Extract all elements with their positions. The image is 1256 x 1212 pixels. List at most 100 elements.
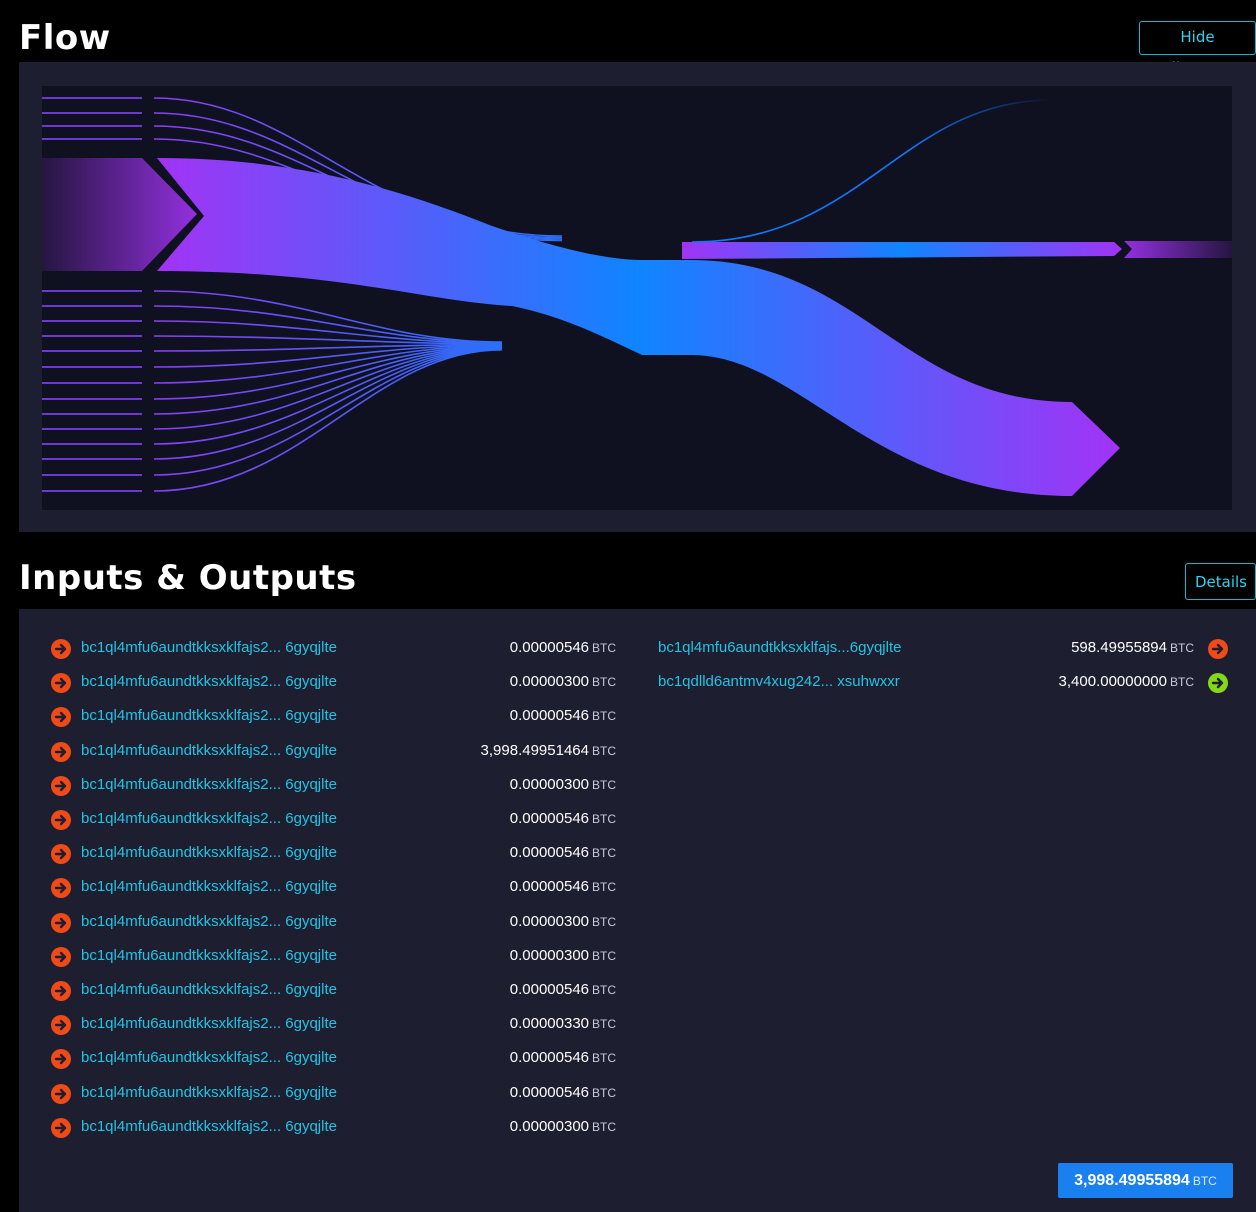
input-amount-value: 0.00000546 xyxy=(509,878,589,896)
arrow-right-icon[interactable] xyxy=(51,1117,71,1138)
input-amount: 0.00000546 BTC xyxy=(510,878,616,895)
input-amount-value: 0.00000546 xyxy=(509,707,589,725)
arrow-right-icon[interactable] xyxy=(51,981,71,1001)
input-address-link[interactable]: bc1ql4mfu6aundtkksxklfajs2... 6gyqjlte xyxy=(81,981,337,998)
input-amount-unit: BTC xyxy=(592,812,616,826)
total-amount-badge: 3,998.49955894 BTC xyxy=(1058,1163,1233,1198)
input-amount: 3,998.49951464 BTC xyxy=(481,742,616,759)
arrow-right-icon[interactable] xyxy=(51,946,71,967)
input-amount-unit: BTC xyxy=(592,846,616,861)
output-address-link[interactable]: bc1ql4mfu6aundtkksxklfajs...6gyqjlte xyxy=(658,639,901,656)
input-amount-value: 0.00000300 xyxy=(509,673,589,691)
input-address-link[interactable]: bc1ql4mfu6aundtkksxklfajs2... 6gyqjlte xyxy=(81,776,337,793)
input-amount: 0.00000330 BTC xyxy=(510,1015,616,1032)
input-address-link[interactable]: bc1ql4mfu6aundtkksxklfajs2... 6gyqjlte xyxy=(81,1118,337,1135)
arrow-right-icon[interactable] xyxy=(51,810,71,830)
input-amount-value: 0.00000546 xyxy=(509,1049,589,1067)
input-address-link[interactable]: bc1ql4mfu6aundtkksxklfajs2... 6gyqjlte xyxy=(81,844,337,861)
inputs-outputs-panel: bc1ql4mfu6aundtkksxklfajs2... 6gyqjlte 0.… xyxy=(19,609,1256,1212)
input-address-link[interactable]: bc1ql4mfu6aundtkksxklfajs2... 6gyqjlte xyxy=(81,1015,337,1032)
input-row: bc1ql4mfu6aundtkksxklfajs2... 6gyqjlte 0.… xyxy=(51,704,616,730)
input-amount-unit: BTC xyxy=(592,1119,616,1134)
input-amount-unit: BTC xyxy=(592,641,616,655)
arrow-right-icon[interactable] xyxy=(51,639,71,659)
input-row: bc1ql4mfu6aundtkksxklfajs2... 6gyqjlte 0.… xyxy=(51,670,616,696)
details-button[interactable]: Details xyxy=(1185,563,1256,600)
input-amount-unit: BTC xyxy=(592,743,616,758)
hide-diagram-button[interactable]: Hide diagram xyxy=(1139,21,1256,77)
input-amount-unit: BTC xyxy=(592,914,616,929)
input-row: bc1ql4mfu6aundtkksxklfajs2... 6gyqjlte 0.… xyxy=(51,841,616,867)
input-row: bc1ql4mfu6aundtkksxklfajs2... 6gyqjlte 0.… xyxy=(51,978,616,1004)
input-amount-value: 0.00000546 xyxy=(509,810,589,827)
input-amount-value: 0.00000330 xyxy=(509,1015,589,1033)
input-amount: 0.00000300 BTC xyxy=(510,776,616,793)
input-row: bc1ql4mfu6aundtkksxklfajs2... 6gyqjlte 0.… xyxy=(51,875,616,901)
input-address-link[interactable]: bc1ql4mfu6aundtkksxklfajs2... 6gyqjlte xyxy=(81,707,337,724)
input-address-link[interactable]: bc1ql4mfu6aundtkksxklfajs2... 6gyqjlte xyxy=(81,1049,337,1066)
input-amount-value: 0.00000546 xyxy=(509,1083,589,1101)
arrow-right-icon[interactable] xyxy=(51,878,71,899)
input-address-link[interactable]: bc1ql4mfu6aundtkksxklfajs2... 6gyqjlte xyxy=(81,947,337,964)
output-address-link[interactable]: bc1qdlld6antmv4xug242... xsuhwxxr xyxy=(658,673,900,690)
total-unit: BTC xyxy=(1192,1174,1217,1188)
arrow-right-icon[interactable] xyxy=(51,707,71,728)
input-amount: 0.00000546 BTC xyxy=(510,1084,616,1101)
arrow-right-icon[interactable] xyxy=(51,673,71,694)
input-amount: 0.00000300 BTC xyxy=(510,913,616,930)
arrow-right-icon[interactable] xyxy=(51,775,71,796)
input-row: bc1ql4mfu6aundtkksxklfajs2... 6gyqjlte 0.… xyxy=(51,1046,616,1072)
flow-title: Flow xyxy=(19,18,111,58)
input-address-link[interactable]: bc1ql4mfu6aundtkksxklfajs2... 6gyqjlte xyxy=(81,913,337,930)
arrow-right-icon[interactable] xyxy=(51,741,71,762)
input-amount: 0.00000300 BTC xyxy=(510,673,616,690)
input-amount-unit: BTC xyxy=(592,709,616,724)
input-amount-unit: BTC xyxy=(592,1017,616,1032)
input-row: bc1ql4mfu6aundtkksxklfajs2... 6gyqjlte 0.… xyxy=(51,1012,616,1038)
arrow-right-icon[interactable] xyxy=(51,844,71,865)
flow-output-fade xyxy=(1124,241,1232,258)
input-amount: 0.00000300 BTC xyxy=(510,1118,616,1135)
output-row: bc1ql4mfu6aundtkksxklfajs...6gyqjlte 598.… xyxy=(658,636,1228,662)
input-row: bc1ql4mfu6aundtkksxklfajs2... 6gyqjlte 0.… xyxy=(51,1115,616,1141)
input-row: bc1ql4mfu6aundtkksxklfajs2... 6gyqjlte 0.… xyxy=(51,944,616,970)
output-amount-unit: BTC xyxy=(1170,675,1194,690)
arrow-right-icon[interactable] xyxy=(51,1015,71,1036)
input-amount-value: 0.00000300 xyxy=(509,912,589,930)
input-row: bc1ql4mfu6aundtkksxklfajs2... 6gyqjlte 0.… xyxy=(51,910,616,936)
input-amount-unit: BTC xyxy=(592,1051,616,1066)
output-amount-value: 3,400.00000000 xyxy=(1058,673,1167,691)
input-amount: 0.00000300 BTC xyxy=(510,947,616,964)
input-address-link[interactable]: bc1ql4mfu6aundtkksxklfajs2... 6gyqjlte xyxy=(81,810,337,827)
input-amount: 0.00000546 BTC xyxy=(510,844,616,861)
input-amount: 0.00000546 BTC xyxy=(510,707,616,724)
arrow-right-icon[interactable] xyxy=(1208,673,1228,694)
input-amount: 0.00000546 BTC xyxy=(510,1049,616,1066)
input-row: bc1ql4mfu6aundtkksxklfajs2... 6gyqjlte 3,… xyxy=(51,739,616,765)
total-amount: 3,998.49955894 xyxy=(1074,1172,1190,1189)
input-amount: 0.00000546 BTC xyxy=(510,639,616,656)
input-amount-unit: BTC xyxy=(592,675,616,690)
output-amount-value: 598.49955894 xyxy=(1071,639,1167,656)
arrow-right-icon[interactable] xyxy=(51,1083,71,1104)
arrow-right-icon[interactable] xyxy=(1208,639,1228,659)
input-amount-value: 0.00000546 xyxy=(509,981,589,998)
input-address-link[interactable]: bc1ql4mfu6aundtkksxklfajs2... 6gyqjlte xyxy=(81,878,337,895)
input-address-link[interactable]: bc1ql4mfu6aundtkksxklfajs2... 6gyqjlte xyxy=(81,673,337,690)
input-amount-value: 0.00000300 xyxy=(509,1117,589,1135)
input-address-link[interactable]: bc1ql4mfu6aundtkksxklfajs2... 6gyqjlte xyxy=(81,1084,337,1101)
input-amount-value: 3,998.49951464 xyxy=(480,741,589,759)
input-amount-unit: BTC xyxy=(592,880,616,895)
flow-diagram-panel xyxy=(19,62,1256,532)
arrow-right-icon[interactable] xyxy=(51,1049,71,1070)
input-amount-unit: BTC xyxy=(592,948,616,963)
input-address-link[interactable]: bc1ql4mfu6aundtkksxklfajs2... 6gyqjlte xyxy=(81,742,337,759)
input-amount-value: 0.00000300 xyxy=(509,775,589,793)
inputs-outputs-title: Inputs & Outputs xyxy=(19,558,357,598)
input-row: bc1ql4mfu6aundtkksxklfajs2... 6gyqjlte 0.… xyxy=(51,807,616,833)
input-address-link[interactable]: bc1ql4mfu6aundtkksxklfajs2... 6gyqjlte xyxy=(81,639,337,656)
arrow-right-icon[interactable] xyxy=(51,912,71,933)
input-row: bc1ql4mfu6aundtkksxklfajs2... 6gyqjlte 0.… xyxy=(51,1081,616,1107)
input-amount-value: 0.00000546 xyxy=(509,844,589,862)
input-amount: 0.00000546 BTC xyxy=(510,810,616,827)
